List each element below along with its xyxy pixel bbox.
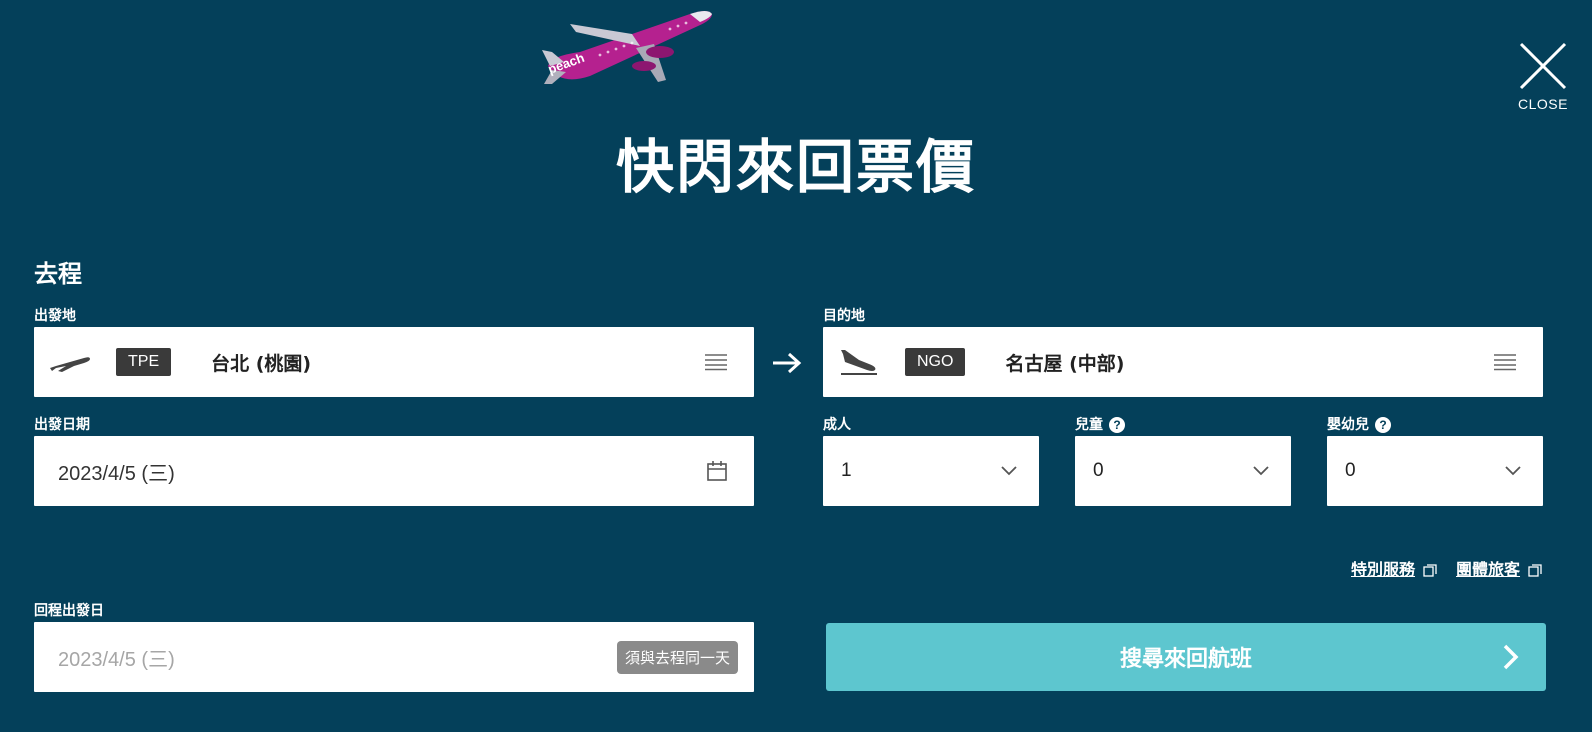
destination-code-badge: NGO <box>905 348 966 376</box>
group-travel-label: 團體旅客 <box>1456 560 1521 579</box>
departure-date-label: 出發日期 <box>34 417 90 433</box>
infant-value: 0 <box>1345 460 1356 481</box>
chevron-right-icon <box>1503 644 1519 670</box>
takeoff-icon <box>50 357 90 372</box>
child-select[interactable]: 0 <box>1075 436 1291 506</box>
child-value: 0 <box>1093 460 1104 481</box>
help-icon[interactable]: ? <box>1109 417 1125 433</box>
special-service-label: 特別服務 <box>1351 560 1416 579</box>
chevron-down-icon <box>1253 466 1269 476</box>
external-window-icon <box>1423 563 1437 577</box>
child-label: 兒童 <box>1075 417 1103 433</box>
departure-date-value: 2023/4/5 (三) <box>58 462 175 485</box>
origin-city: 台北 (桃園) <box>211 352 312 375</box>
destination-field[interactable]: NGO 名古屋 (中部) <box>823 327 1543 397</box>
origin-code-badge: TPE <box>116 348 172 376</box>
return-date-field: 2023/4/5 (三) 須與去程同一天 <box>34 622 754 692</box>
arrow-right-icon <box>773 352 802 374</box>
origin-field[interactable]: TPE 台北 (桃園) <box>34 327 754 397</box>
destination-label: 目的地 <box>823 308 865 324</box>
menu-lines-icon <box>1494 354 1516 371</box>
adult-label: 成人 <box>823 417 851 433</box>
airplane-image: peach <box>542 11 712 84</box>
infant-select[interactable]: 0 <box>1327 436 1543 506</box>
chevron-down-icon <box>1505 466 1521 476</box>
page-title: 快閃來回票價 <box>615 133 976 201</box>
group-travel-link[interactable]: 團體旅客 <box>1456 556 1542 580</box>
departure-date-field[interactable]: 2023/4/5 (三) <box>34 436 754 506</box>
landing-icon <box>841 350 877 375</box>
special-service-link[interactable]: 特別服務 <box>1351 556 1437 580</box>
adult-select[interactable]: 1 <box>823 436 1039 506</box>
same-day-note: 須與去程同一天 <box>616 640 738 674</box>
close-label: CLOSE <box>1518 96 1568 112</box>
search-button-label: 搜尋來回航班 <box>1119 647 1252 672</box>
destination-city: 名古屋 (中部) <box>1005 352 1125 375</box>
close-button[interactable]: CLOSE <box>1508 40 1578 124</box>
section-title-outbound: 去程 <box>34 260 82 288</box>
child-label-group: 兒童? <box>1075 414 1125 434</box>
external-window-icon <box>1528 563 1542 577</box>
calendar-icon <box>707 461 727 481</box>
infant-label: 嬰幼兒 <box>1327 417 1369 433</box>
menu-lines-icon <box>705 354 727 371</box>
adult-value: 1 <box>841 460 852 481</box>
chevron-down-icon <box>1001 466 1017 476</box>
infant-label-group: 嬰幼兒? <box>1327 414 1391 434</box>
origin-label: 出發地 <box>34 308 76 324</box>
return-date-value: 2023/4/5 (三) <box>58 648 175 671</box>
search-roundtrip-button[interactable]: 搜尋來回航班 <box>826 623 1546 691</box>
close-icon <box>1519 42 1567 90</box>
return-date-label: 回程出發日 <box>34 603 104 619</box>
help-icon[interactable]: ? <box>1375 417 1391 433</box>
